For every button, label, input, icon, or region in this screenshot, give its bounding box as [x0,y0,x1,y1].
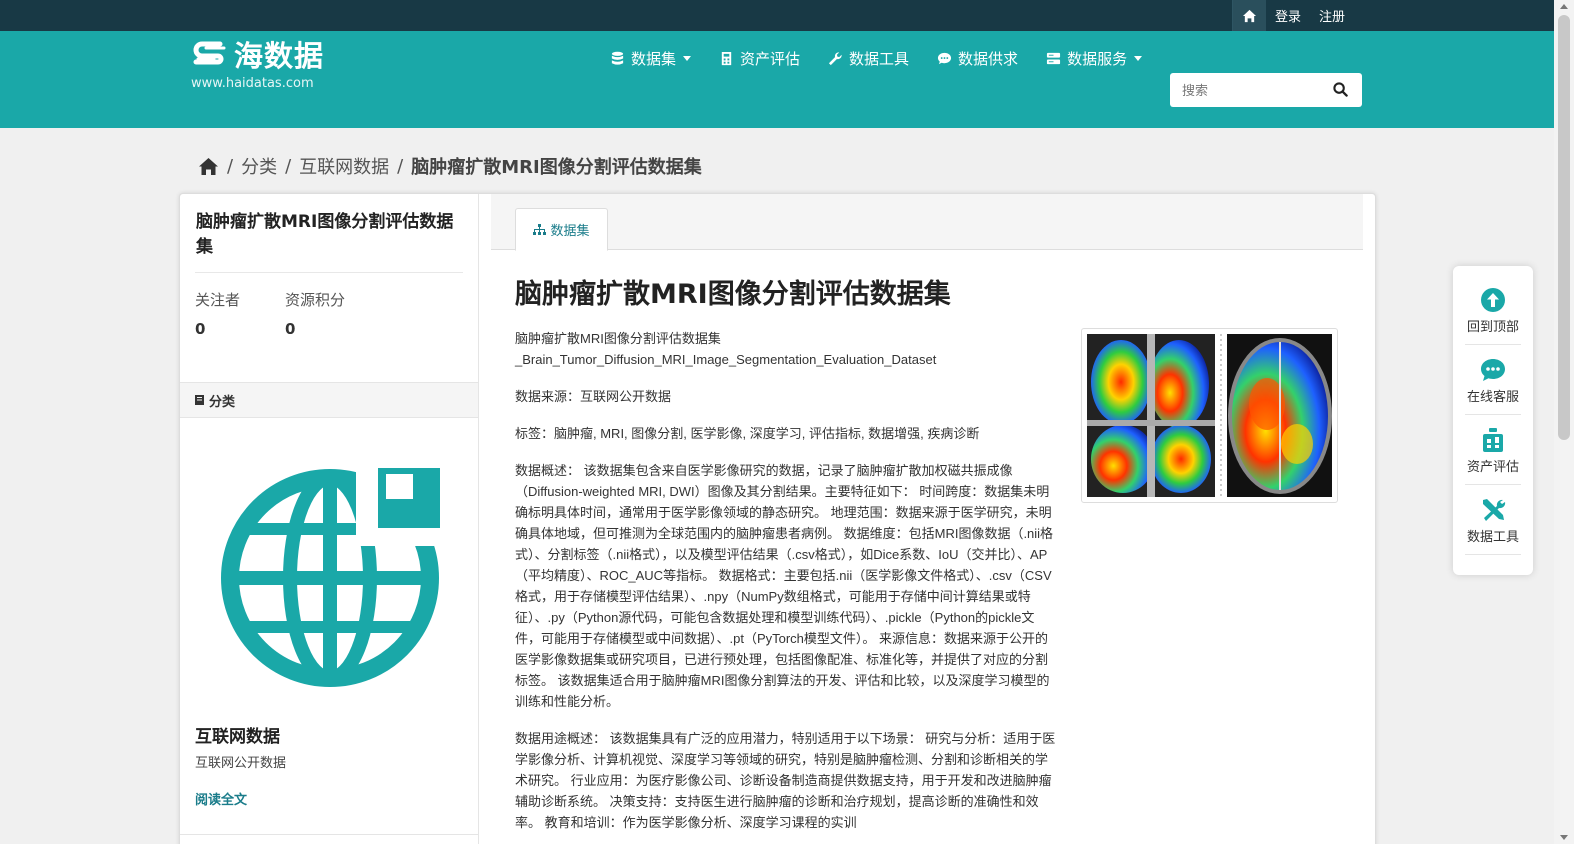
data-tools-button[interactable]: 数据工具 [1453,476,1533,546]
assessment-icon [1483,428,1503,452]
sitemap-icon [533,223,547,235]
scroll-up-arrow[interactable] [1560,4,1568,9]
category-header-label: 分类 [209,394,236,410]
chevron-down-icon [1134,55,1143,61]
calculator-icon [721,51,732,65]
book-icon [195,395,204,405]
top-bar-links: 登录 注册 [1231,0,1354,31]
stat-label: 资源积分 [285,291,346,309]
stat-value: 0 [195,320,206,338]
dataset-thumbnail[interactable] [1081,328,1338,503]
breadcrumb: / 分类 / 互联网数据 / 脑肿瘤扩散MRI图像分割评估数据集 [198,153,702,179]
stat-points: 资源积分 0 [285,289,375,338]
mri-image [1087,334,1332,497]
search-input[interactable] [1170,82,1320,98]
category-name: 互联网数据 [195,727,280,747]
divider [195,272,463,273]
nav-datasets-label: 数据集 [631,49,677,68]
nav-datasets[interactable]: 数据集 [610,48,692,69]
home-icon [1242,9,1257,22]
data-tools-label: 数据工具 [1466,530,1519,545]
home-link[interactable] [1231,0,1266,31]
main-nav: 数据集 资产评估 数据工具 数据供求 数据服务 [610,47,1170,69]
nav-asset-label: 资产评估 [740,49,801,68]
divider [180,834,478,835]
brand-name: 海数据 [234,39,325,73]
category-header: 分类 [180,382,478,418]
tab-bar: 数据集 [491,194,1363,251]
database-icon [611,51,624,65]
read-more-link[interactable]: 阅读全文 [195,789,247,808]
site-logo[interactable]: 海数据 [192,33,324,75]
online-support-button[interactable]: 在线客服 [1453,336,1533,406]
breadcrumb-internet-data[interactable]: 互联网数据 [299,153,389,179]
dataset-source: 数据来源：互联网公开数据 [515,389,672,404]
back-to-top-label: 回到顶部 [1466,320,1519,335]
dataset-name-en: _Brain_Tumor_Diffusion_MRI_Image_Segment… [515,352,937,367]
dataset-name-cn: 脑肿瘤扩散MRI图像分割评估数据集 [515,331,721,346]
nav-supply-demand[interactable]: 数据供求 [937,48,1018,69]
dataset-usage: 数据用途概述： 该数据集具有广泛的应用潜力，特别适用于以下场景： 研究与分析：适… [515,731,1056,830]
floating-panel: 回到顶部 在线客服 资产评估 数据工具 [1453,266,1533,575]
stats: 关注者 0 资源积分 0 [195,289,375,338]
arrow-up-circle-icon [1481,288,1505,312]
asset-assessment-label: 资产评估 [1466,460,1519,475]
search-icon[interactable] [1333,82,1348,97]
scroll-down-arrow[interactable] [1560,835,1568,840]
stat-value: 0 [285,320,296,338]
globe-icon [221,464,442,687]
nav-data-services[interactable]: 数据服务 [1046,48,1143,69]
chat-icon [937,52,952,64]
register-link[interactable]: 注册 [1310,0,1354,31]
asset-assessment-button[interactable]: 资产评估 [1453,406,1533,476]
stat-label: 关注者 [195,291,241,309]
main-content: 数据集 脑肿瘤扩散MRI图像分割评估数据集 脑肿瘤扩散MRI图像分割评估数据集 _… [491,194,1363,844]
server-icon [1047,52,1061,64]
breadcrumb-current: 脑肿瘤扩散MRI图像分割评估数据集 [411,157,702,178]
dataset-name: 脑肿瘤扩散MRI图像分割评估数据集 _Brain_Tumor_Diffusion_… [515,328,1057,370]
scroll-thumb[interactable] [1558,15,1570,440]
home-icon[interactable] [198,157,219,176]
scrollbar[interactable] [1554,0,1574,844]
stat-followers: 关注者 0 [195,289,285,338]
dataset-tags: 标签：脑肿瘤, MRI, 图像分割, 医学影像, 深度学习, 评估指标, 数据增… [515,426,980,441]
dataset-title: 脑肿瘤扩散MRI图像分割评估数据集 [515,279,951,310]
breadcrumb-separator: / [397,155,404,177]
brand-url: www.haidatas.com [191,76,314,91]
nav-tools-label: 数据工具 [849,49,910,68]
nav-services-label: 数据服务 [1067,49,1128,68]
tab-dataset-label: 数据集 [550,224,590,239]
breadcrumb-separator: / [285,155,292,177]
dataset-overview: 数据概述： 该数据集包含来自医学影像研究的数据，记录了脑肿瘤扩散加权磁共振成像（… [515,463,1054,709]
chevron-down-icon [683,55,692,61]
nav-supply-label: 数据供求 [958,49,1019,68]
sidebar: 脑肿瘤扩散MRI图像分割评估数据集 关注者 0 资源积分 0 分类 互联网数据 … [180,194,479,844]
search-box [1170,73,1362,107]
divider [1465,554,1521,555]
nav-data-tools[interactable]: 数据工具 [828,48,909,69]
dataset-description: 脑肿瘤扩散MRI图像分割评估数据集 _Brain_Tumor_Diffusion_… [515,328,1057,844]
wrench-icon [828,51,842,65]
nav-asset-assessment[interactable]: 资产评估 [719,48,800,69]
logo-mark-icon [193,41,226,65]
breadcrumb-category[interactable]: 分类 [241,153,277,179]
tab-dataset[interactable]: 数据集 [515,208,608,251]
breadcrumb-separator: / [227,155,234,177]
category-description: 互联网公开数据 [195,756,287,771]
back-to-top-button[interactable]: 回到顶部 [1453,266,1533,336]
chat-bubble-icon [1481,359,1505,381]
tools-icon [1483,499,1506,521]
login-link[interactable]: 登录 [1266,0,1310,31]
content-card: 脑肿瘤扩散MRI图像分割评估数据集 关注者 0 资源积分 0 分类 互联网数据 … [179,193,1376,844]
sidebar-title: 脑肿瘤扩散MRI图像分割评估数据集 [196,212,454,257]
online-support-label: 在线客服 [1466,390,1519,405]
top-bar: 登录 注册 [0,0,1554,31]
